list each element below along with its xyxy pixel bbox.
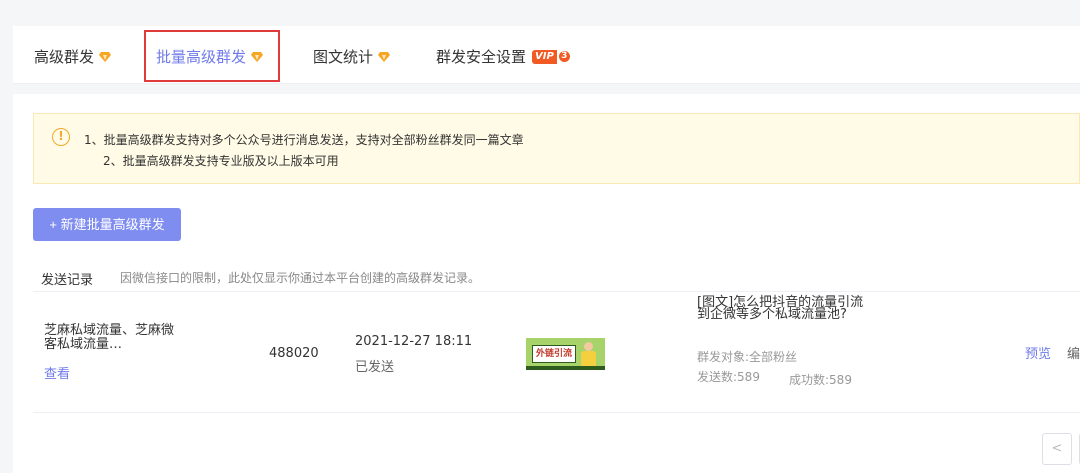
success-count: 成功数:589 (789, 373, 852, 387)
preview-link[interactable]: 预览 (1025, 343, 1051, 362)
new-batch-broadcast-button[interactable]: + 新建批量高级群发 (33, 208, 181, 241)
records-hint: 因微信接口的限制，此处仅显示你通过本平台创建的高级群发记录。 (120, 271, 481, 285)
tab-label: 高级群发 (34, 48, 95, 66)
vip-text: VIP (532, 49, 557, 64)
diamond-icon (378, 51, 391, 62)
notice-line-2: 2、批量高级群发支持专业版及以上版本可用 (103, 154, 339, 168)
tab-label: 群发安全设置 (436, 48, 527, 66)
broadcast-target: 群发对象:全部粉丝 (697, 350, 798, 364)
notice-banner: ! 1、批量高级群发支持对多个公众号进行消息发送，支持对全部粉丝群发同一篇文章 … (33, 113, 1080, 184)
notice-line-1: 1、批量高级群发支持对多个公众号进行消息发送，支持对全部粉丝群发同一篇文章 (84, 133, 524, 147)
sent-count: 发送数:589 (697, 370, 760, 384)
thumbnail-ground (526, 366, 605, 370)
tab-highlight-box (144, 30, 280, 82)
article-thumbnail: 外链引流 (526, 338, 605, 370)
vip-badge: VIP 3 (532, 49, 571, 64)
send-time: 2021-12-27 18:11 (355, 334, 473, 349)
warning-icon: ! (52, 128, 70, 146)
vip-level: 3 (557, 50, 571, 63)
main-content: ! 1、批量高级群发支持对多个公众号进行消息发送，支持对全部粉丝群发同一篇文章 … (13, 94, 1080, 473)
view-link[interactable]: 查看 (44, 363, 70, 382)
table-row: 芝麻私域流量、芝麻微客私域流量… 查看 488020 2021-12-27 18… (33, 291, 1080, 413)
diamond-icon (99, 51, 112, 62)
tab-article-stats[interactable]: 图文统计 (313, 46, 391, 67)
article-title: [图文]怎么把抖音的流量引流到企微等多个私域流量池? (697, 295, 864, 322)
send-status: 已发送 (355, 360, 395, 375)
tab-bar: 高级群发 批量高级群发 图文统计 群发安全设置 VIP 3 (13, 26, 1080, 84)
records-label: 发送记录 (41, 273, 94, 288)
tab-label: 图文统计 (313, 48, 374, 66)
thumbnail-sign: 外链引流 (532, 345, 576, 363)
thumbnail-figure-head (584, 342, 593, 351)
fans-count: 488020 (269, 346, 319, 361)
tab-advanced-broadcast[interactable]: 高级群发 (34, 46, 112, 67)
account-name: 芝麻私域流量、芝麻微客私域流量… (44, 323, 175, 352)
pager-prev-button[interactable]: < (1042, 433, 1072, 465)
tab-broadcast-security-settings[interactable]: 群发安全设置 VIP 3 (436, 46, 571, 67)
edit-link[interactable]: 编 (1067, 343, 1080, 362)
